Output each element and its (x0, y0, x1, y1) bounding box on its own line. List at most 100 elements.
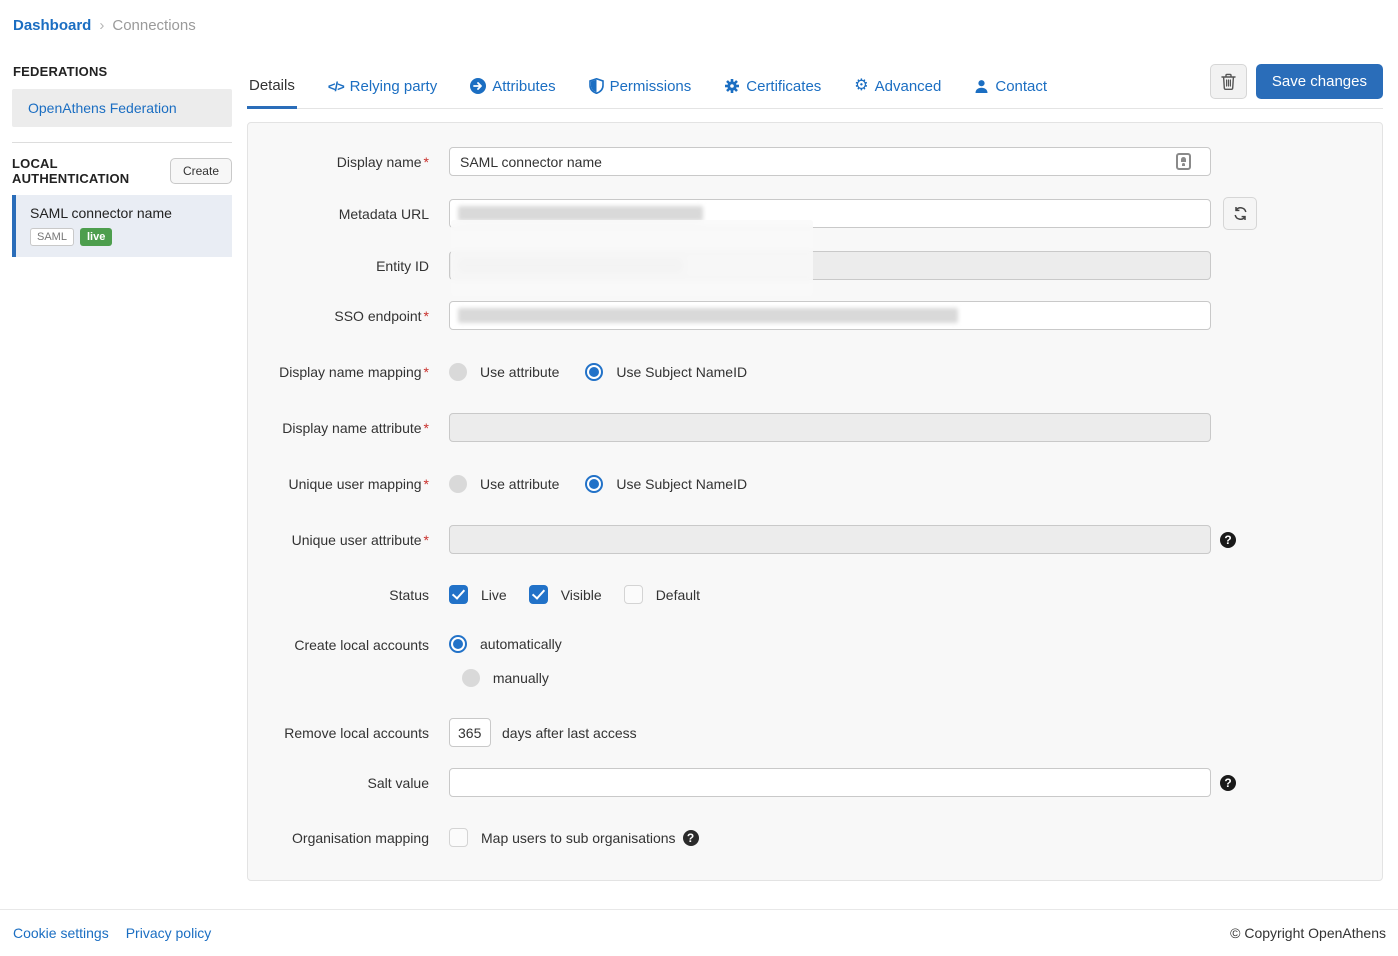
display-name-row: Display name* (248, 147, 1382, 176)
breadcrumb-separator-icon: › (99, 17, 104, 34)
display-name-input[interactable] (449, 147, 1211, 176)
create-accounts-manually-radio[interactable] (462, 669, 480, 687)
breadcrumb-dashboard-link[interactable]: Dashboard (13, 17, 91, 34)
required-marker: * (424, 154, 429, 170)
required-marker: * (424, 420, 429, 436)
required-marker: * (424, 476, 429, 492)
create-accounts-automatically-radio[interactable] (449, 635, 467, 653)
breadcrumb: Dashboard › Connections (0, 0, 1398, 34)
display-name-mapping-use-attribute-radio[interactable] (449, 363, 467, 381)
status-row: Status Live Visible Default (248, 580, 1382, 609)
redaction-overlay (451, 220, 813, 296)
unique-user-mapping-row: Unique user mapping* Use attribute Use S… (248, 469, 1382, 498)
help-icon[interactable]: ? (1220, 775, 1236, 791)
display-name-mapping-label: Display name mapping (279, 364, 421, 380)
sso-endpoint-row: SSO endpoint* (248, 301, 1382, 330)
tab-details[interactable]: Details (247, 64, 297, 109)
help-icon[interactable]: ? (1220, 532, 1236, 548)
organisation-mapping-row: Organisation mapping Map users to sub or… (248, 823, 1382, 852)
certificate-icon (724, 78, 740, 94)
unique-user-attribute-label: Unique user attribute (292, 532, 422, 548)
salt-value-input[interactable] (449, 768, 1211, 797)
tab-details-label: Details (249, 77, 295, 94)
sidebar-item-saml-connector[interactable]: SAML connector name SAML live (12, 195, 232, 257)
footer: Cookie settings Privacy policy © Copyrig… (0, 909, 1398, 956)
use-attribute-option-label: Use attribute (480, 476, 559, 492)
map-users-sub-organisations-checkbox[interactable] (449, 828, 468, 847)
tab-certificates[interactable]: Certificates (722, 64, 823, 109)
tab-advanced-label: Advanced (875, 78, 942, 95)
tab-contact-label: Contact (995, 78, 1047, 95)
redacted-value (458, 206, 703, 221)
remove-local-accounts-days-input[interactable] (449, 718, 491, 747)
sidebar-divider (12, 142, 232, 143)
organisation-mapping-label: Organisation mapping (292, 830, 429, 846)
details-form-card: Display name* Metadata URL (247, 122, 1383, 881)
breadcrumb-current: Connections (112, 17, 195, 34)
tab-relying-party-label: Relying party (350, 78, 438, 95)
saml-type-badge: SAML (30, 228, 74, 246)
main-content: Details </> Relying party Attributes Per… (247, 64, 1383, 881)
privacy-policy-link[interactable]: Privacy policy (126, 925, 212, 941)
status-label: Status (389, 587, 429, 603)
automatically-option-label: automatically (480, 636, 562, 652)
delete-connection-button[interactable] (1210, 64, 1247, 99)
unique-user-mapping-use-attribute-radio[interactable] (449, 475, 467, 493)
display-name-mapping-use-subject-nameid-radio[interactable] (585, 363, 603, 381)
display-name-attribute-row: Display name attribute* (248, 413, 1382, 442)
person-icon (974, 79, 989, 94)
arrow-right-circle-icon (470, 78, 486, 94)
required-marker: * (424, 532, 429, 548)
cookie-settings-link[interactable]: Cookie settings (13, 925, 109, 941)
use-attribute-option-label: Use attribute (480, 364, 559, 380)
status-live-checkbox[interactable] (449, 585, 468, 604)
local-authentication-header: LOCAL AUTHENTICATION (12, 156, 170, 186)
create-connection-button[interactable]: Create (170, 158, 232, 184)
save-changes-button[interactable]: Save changes (1256, 64, 1383, 99)
trash-icon (1221, 73, 1236, 90)
remove-local-accounts-suffix: days after last access (502, 725, 637, 741)
refresh-icon (1233, 206, 1248, 221)
metadata-url-row: Metadata URL (248, 197, 1382, 230)
tab-relying-party[interactable]: </> Relying party (326, 64, 439, 109)
use-subject-nameid-option-label: Use Subject NameID (616, 364, 747, 380)
status-default-label: Default (656, 587, 700, 603)
entity-id-row: Entity ID (248, 251, 1382, 280)
display-name-attribute-input (449, 413, 1211, 442)
salt-value-row: Salt value ? (248, 768, 1382, 797)
sso-endpoint-label: SSO endpoint (334, 308, 421, 324)
create-local-accounts-row: Create local accounts automatically manu… (248, 635, 1382, 687)
map-users-sub-organisations-label: Map users to sub organisations (481, 830, 676, 846)
live-status-badge: live (80, 228, 112, 246)
copyright-text: © Copyright OpenAthens (1230, 925, 1386, 941)
remove-local-accounts-row: Remove local accounts days after last ac… (248, 718, 1382, 747)
tab-attributes[interactable]: Attributes (468, 64, 557, 109)
manually-option-label: manually (493, 670, 549, 686)
shield-icon (589, 78, 604, 94)
status-visible-checkbox[interactable] (529, 585, 548, 604)
autofill-extension-icon[interactable] (1176, 153, 1191, 170)
remove-local-accounts-label: Remove local accounts (284, 725, 429, 741)
tab-advanced[interactable]: ⚙ Advanced (852, 64, 943, 109)
unique-user-attribute-input (449, 525, 1211, 554)
help-icon[interactable]: ? (683, 830, 699, 846)
tab-permissions[interactable]: Permissions (587, 64, 694, 109)
display-name-label: Display name (337, 154, 422, 170)
unique-user-mapping-use-subject-nameid-radio[interactable] (585, 475, 603, 493)
metadata-url-label: Metadata URL (339, 206, 429, 222)
unique-user-mapping-label: Unique user mapping (288, 476, 421, 492)
display-name-mapping-row: Display name mapping* Use attribute Use … (248, 357, 1382, 386)
tab-contact[interactable]: Contact (972, 64, 1049, 109)
status-default-checkbox[interactable] (624, 585, 643, 604)
salt-value-label: Salt value (368, 775, 429, 791)
redacted-value (458, 308, 958, 323)
required-marker: * (424, 364, 429, 380)
tab-permissions-label: Permissions (610, 78, 692, 95)
status-visible-label: Visible (561, 587, 602, 603)
sidebar-item-openathens-federation[interactable]: OpenAthens Federation (12, 89, 232, 127)
refresh-metadata-button[interactable] (1223, 197, 1257, 230)
tab-attributes-label: Attributes (492, 78, 555, 95)
create-local-accounts-label: Create local accounts (294, 637, 429, 653)
tab-certificates-label: Certificates (746, 78, 821, 95)
federations-header: FEDERATIONS (13, 64, 232, 79)
